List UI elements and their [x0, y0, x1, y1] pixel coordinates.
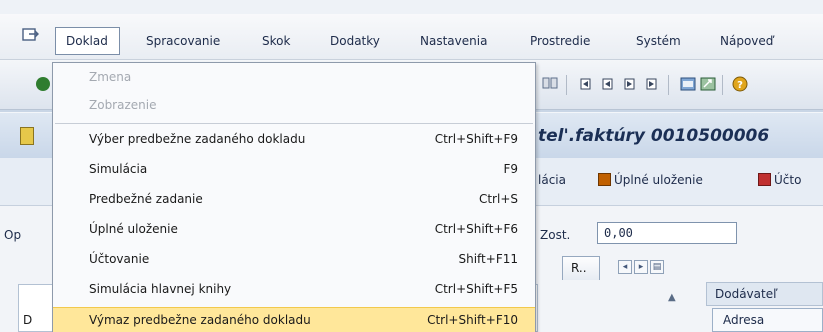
help-icon[interactable]: ?: [732, 76, 748, 92]
window-top-strip: [0, 0, 823, 14]
tab-strip: R.. ◂ ▸ ▤: [540, 256, 823, 280]
menu-system[interactable]: Systém: [636, 34, 681, 48]
post-icon: [758, 173, 771, 186]
menu-doklad[interactable]: Doklad: [55, 27, 120, 55]
menu-nastavenia[interactable]: Nastavenia: [420, 34, 487, 48]
menu-prostredie[interactable]: Prostredie: [530, 34, 590, 48]
find-icon[interactable]: [542, 76, 558, 92]
new-session-icon[interactable]: [680, 76, 696, 92]
last-page-icon[interactable]: [644, 76, 660, 92]
save-icon: [598, 173, 611, 186]
menu-item-uplne-ulozenie[interactable]: Úplné uloženie Ctrl+Shift+F6: [53, 217, 535, 243]
menu-item-vyber-predbezne[interactable]: Výber predbežne zadaného dokladu Ctrl+Sh…: [53, 127, 535, 153]
next-page-icon[interactable]: [622, 76, 638, 92]
document-icon: [20, 127, 34, 145]
scroll-up-icon[interactable]: ▲: [668, 292, 676, 303]
balance-field: 0,00: [597, 222, 737, 244]
menu-bar: Doklad Spracovanie Skok Dodatky Nastaven…: [0, 14, 823, 60]
toolbar-separator: [668, 75, 669, 95]
enter-icon[interactable]: [36, 77, 50, 91]
svg-text:?: ?: [737, 80, 743, 91]
post-button[interactable]: Účto: [758, 173, 801, 187]
menu-item-vymaz-predbezne[interactable]: Výmaz predbežne zadaného dokladu Ctrl+Sh…: [53, 307, 535, 332]
menu-skok[interactable]: Skok: [262, 34, 290, 48]
tab-r[interactable]: R..: [562, 256, 600, 280]
menu-dodatky[interactable]: Dodatky: [330, 34, 380, 48]
shortcut-icon[interactable]: [700, 76, 716, 92]
menu-item-simulacia-hlavnej-knihy[interactable]: Simulácia hlavnej knihy Ctrl+Shift+F5: [53, 277, 535, 303]
balance-label: Zost.: [540, 228, 571, 242]
first-page-icon[interactable]: [578, 76, 594, 92]
simulation-button[interactable]: lácia: [538, 173, 566, 187]
menu-item-uctovanie[interactable]: Účtovanie Shift+F11: [53, 247, 535, 273]
menu-napoved[interactable]: Nápoveď: [720, 34, 773, 48]
menu-item-zmena: Zmena: [89, 70, 132, 84]
menu-separator: [55, 123, 533, 124]
address-field[interactable]: Adresa: [712, 308, 823, 332]
menu-item-predbezne-zadanie[interactable]: Predbežné zadanie Ctrl+S: [53, 187, 535, 213]
previous-page-icon[interactable]: [600, 76, 616, 92]
toolbar-separator: [722, 75, 723, 95]
op-label: Op: [4, 228, 22, 242]
tab-scroll-right-icon[interactable]: ▸: [634, 260, 648, 274]
full-save-button[interactable]: Úplné uloženie: [598, 173, 703, 187]
vendor-header: Dodávateľ: [706, 282, 823, 306]
tab-scroll-left-icon[interactable]: ◂: [618, 260, 632, 274]
app-menu-icon[interactable]: [22, 26, 40, 44]
tab-list-icon[interactable]: ▤: [650, 260, 664, 274]
page-title: tel'.faktúry 0010500006: [538, 126, 770, 146]
toolbar-separator: [566, 75, 567, 95]
doklad-dropdown-menu: Zmena Zobrazenie Výber predbežne zadanéh…: [52, 62, 536, 332]
menu-item-simulacia[interactable]: Simulácia F9: [53, 157, 535, 183]
menu-item-zobrazenie: Zobrazenie: [89, 98, 157, 112]
menu-spracovanie[interactable]: Spracovanie: [146, 34, 220, 48]
